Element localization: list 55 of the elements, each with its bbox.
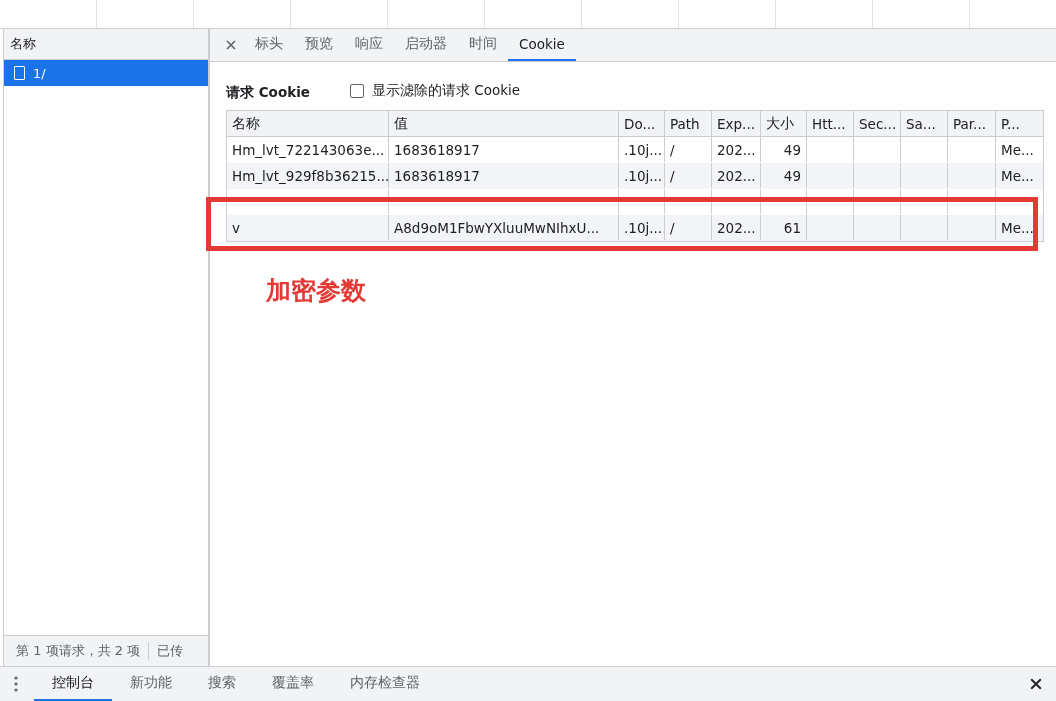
column-header[interactable]: Do...: [619, 111, 665, 136]
column-header[interactable]: 名称: [227, 111, 389, 136]
table-cell-text: Me...: [1000, 140, 1035, 160]
drawer-tab[interactable]: 新功能: [112, 667, 190, 701]
column-header[interactable]: Path: [665, 111, 712, 136]
document-icon: [14, 66, 25, 80]
table-cell: 49: [761, 163, 807, 188]
column-header[interactable]: Htt...: [807, 111, 854, 136]
drawer-tab[interactable]: 搜索: [190, 667, 254, 701]
column-header[interactable]: Sa...: [901, 111, 948, 136]
annotation-text: 加密参数: [266, 275, 366, 307]
tab[interactable]: Cookie: [508, 29, 576, 61]
table-cell: .10j...: [619, 215, 665, 240]
table-cell: 49: [761, 137, 807, 162]
column-header[interactable]: 大小: [761, 111, 807, 136]
column-header[interactable]: Exp...: [712, 111, 761, 136]
tab[interactable]: 响应: [344, 29, 394, 61]
table-cell: v: [227, 215, 389, 240]
status-text: 第 1 项请求，共 2 项: [16, 642, 141, 660]
table-cell-text: Me...: [1000, 166, 1035, 186]
table-cell: .10j...: [619, 163, 665, 188]
table-cell: 202...: [712, 215, 761, 240]
column-header: 名称: [4, 29, 208, 60]
status-text: 已传: [157, 642, 184, 660]
section-title: 请求 Cookie: [226, 84, 310, 102]
column-header[interactable]: 值: [389, 111, 619, 136]
table-cell: /: [665, 137, 712, 162]
table-cell: Hm_lvt_722143063e...: [227, 137, 389, 162]
request-name: 1/: [33, 65, 46, 81]
tab[interactable]: 标头: [244, 29, 294, 61]
table-cell: A8d9oM1FbwYXluuMwNIhxU...: [389, 215, 619, 240]
table-cell: 1683618917: [389, 163, 619, 188]
tab[interactable]: 预览: [294, 29, 344, 61]
table-cell-text: Me...: [1000, 218, 1035, 238]
table-cell: 202...: [712, 163, 761, 188]
more-icon[interactable]: [14, 676, 18, 692]
table-cell: /: [665, 215, 712, 240]
table-cell: 61: [761, 215, 807, 240]
column-header[interactable]: P...: [996, 111, 1043, 136]
tab[interactable]: 时间: [458, 29, 508, 61]
table-cell: Hm_lvt_929f8b36215...: [227, 163, 389, 188]
table-cell: .10j...: [619, 137, 665, 162]
drawer-tab[interactable]: 内存检查器: [332, 667, 438, 701]
column-header[interactable]: Sec...: [854, 111, 901, 136]
request-item[interactable]: 1/: [4, 60, 208, 86]
column-header[interactable]: Par...: [948, 111, 996, 136]
table-cell: /: [665, 163, 712, 188]
drawer-tab[interactable]: 控制台: [34, 667, 112, 701]
drawer-tab[interactable]: 覆盖率: [254, 667, 332, 701]
table-cell: 202...: [712, 137, 761, 162]
checkbox-label: 显示滤除的请求 Cookie: [371, 82, 521, 100]
close-icon[interactable]: [1030, 678, 1042, 690]
checkbox[interactable]: [349, 84, 364, 98]
tab[interactable]: 启动器: [394, 29, 458, 61]
table-cell: 1683618917: [389, 137, 619, 162]
